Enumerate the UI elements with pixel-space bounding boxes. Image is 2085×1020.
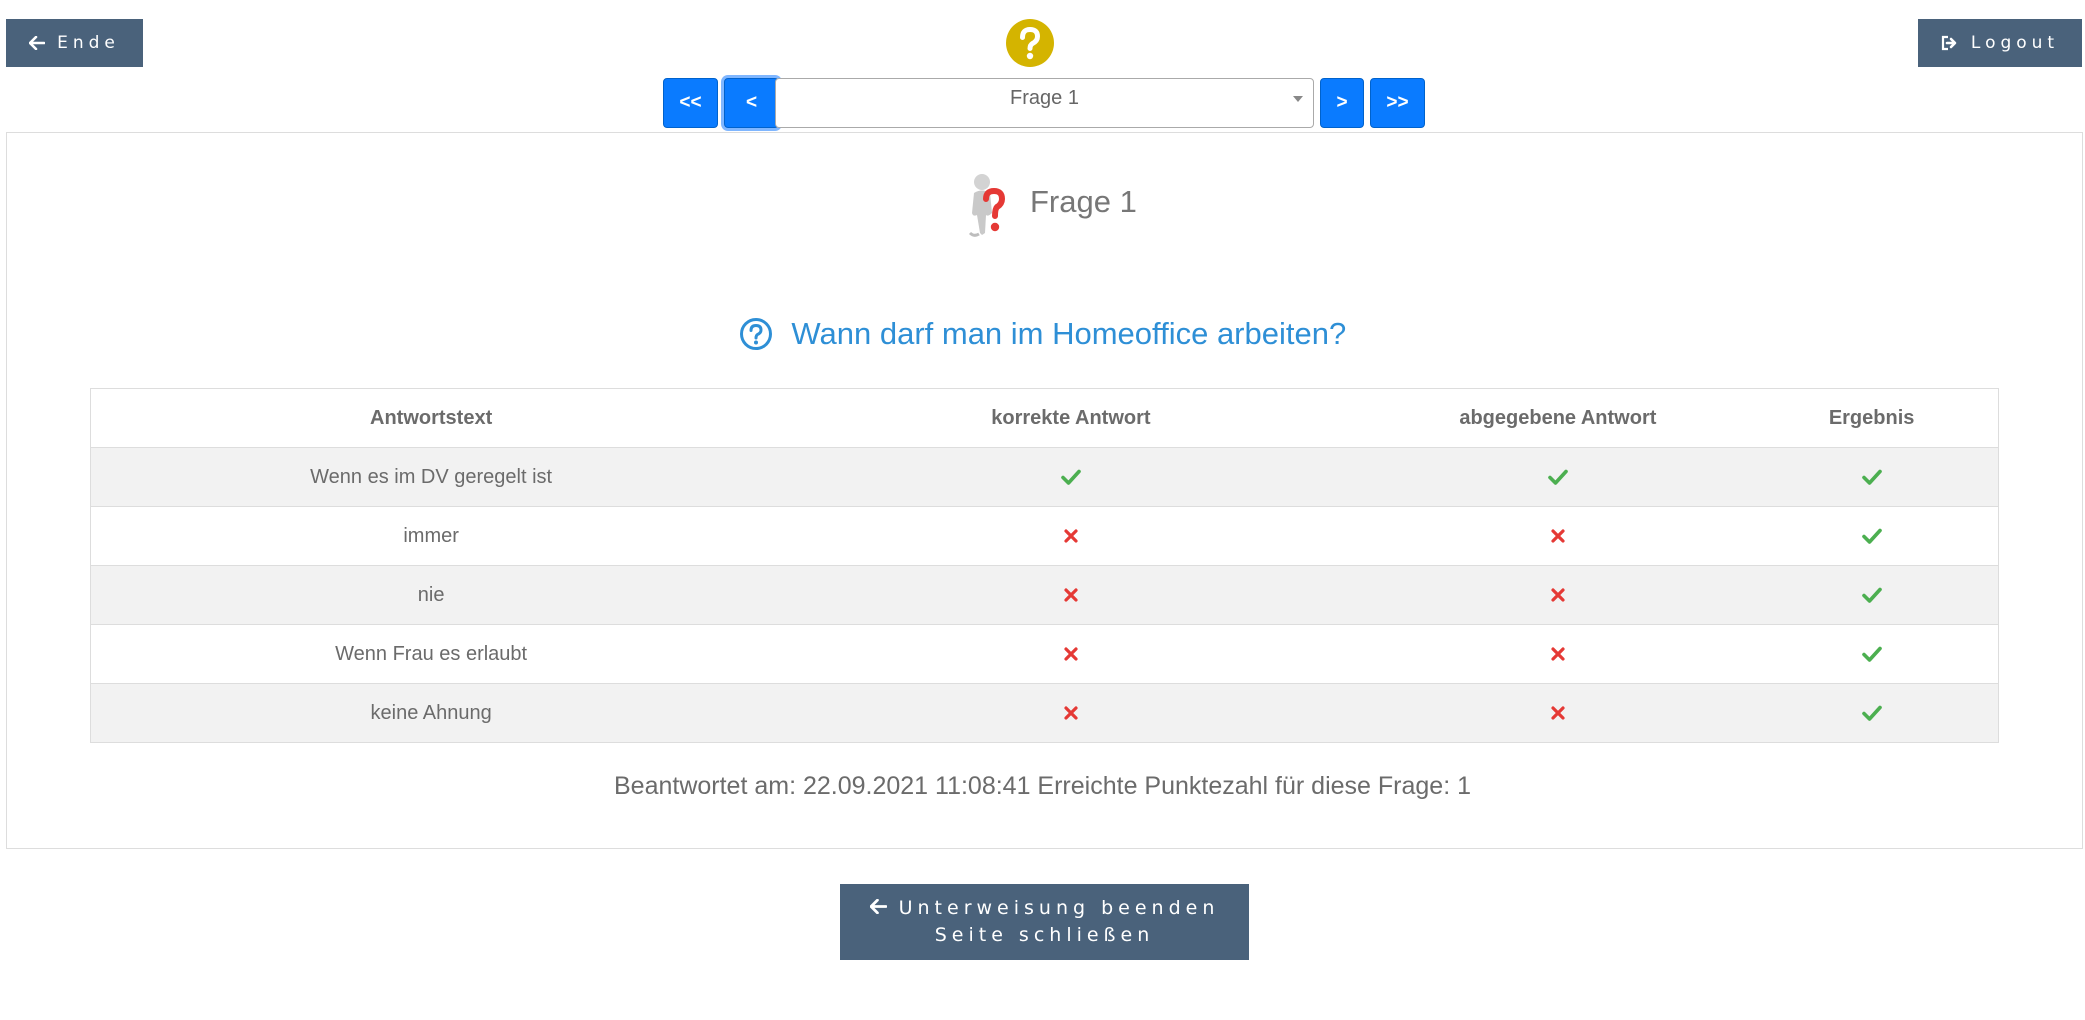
table-row: immer <box>90 506 1999 566</box>
answer-text: Wenn Frau es erlaubt <box>90 624 772 684</box>
question-select[interactable]: Frage 1 <box>775 78 1314 128</box>
correct-answer-cell <box>771 624 1371 684</box>
previous-question-button[interactable]: < <box>724 78 779 128</box>
next-question-button[interactable]: > <box>1320 78 1364 128</box>
logout-button[interactable]: Logout <box>1918 19 2082 67</box>
question-text: Wann darf man im Homeoffice arbeiten? <box>791 315 1347 351</box>
correct-answer-cell <box>771 683 1371 743</box>
check-icon <box>1861 587 1882 604</box>
end-button[interactable]: Ende <box>6 19 143 67</box>
cross-icon <box>1551 647 1565 661</box>
table-row: Wenn es im DV geregelt ist <box>90 447 1999 507</box>
answer-text: immer <box>90 506 772 566</box>
answer-text: Wenn es im DV geregelt ist <box>90 447 772 507</box>
check-icon <box>1061 469 1081 486</box>
correct-answer-cell <box>771 565 1371 625</box>
result-cell <box>1745 506 1999 566</box>
column-header-given-answer: abgegebene Antwort <box>1370 388 1746 448</box>
column-header-correct-answer: korrekte Antwort <box>771 388 1371 448</box>
given-answer-cell <box>1370 447 1746 507</box>
column-header-result: Ergebnis <box>1745 388 1999 448</box>
table-header-row: Antwortstext korrekte Antwort abgegebene… <box>90 388 1999 448</box>
question-text-row: Wann darf man im Homeoffice arbeiten? <box>0 314 2085 352</box>
column-header-answer-text: Antwortstext <box>90 388 772 448</box>
table-row: Wenn Frau es erlaubt <box>90 624 1999 684</box>
answers-table: Antwortstext korrekte Antwort abgegebene… <box>90 388 1999 743</box>
result-cell <box>1745 565 1999 625</box>
check-icon <box>1861 646 1882 663</box>
cross-icon <box>1064 706 1078 720</box>
question-circle-icon <box>739 317 772 350</box>
result-cell <box>1745 447 1999 507</box>
result-cell <box>1745 624 1999 684</box>
check-icon <box>1861 469 1882 486</box>
check-icon <box>1861 705 1882 722</box>
result-cell <box>1745 683 1999 743</box>
sign-out-icon <box>1941 35 1959 51</box>
finish-button-line2: Seite schließen <box>934 924 1155 946</box>
cross-icon <box>1551 588 1565 602</box>
first-question-button[interactable]: << <box>663 78 718 128</box>
end-button-label: Ende <box>57 33 120 53</box>
answer-summary: Beantwortet am: 22.09.2021 11:08:41 Erre… <box>613 772 1471 800</box>
last-question-button[interactable]: >> <box>1370 78 1425 128</box>
chevron-down-icon <box>1293 96 1303 102</box>
correct-answer-cell <box>771 447 1371 507</box>
finish-button-line1: Unterweisung beenden <box>898 897 1220 919</box>
cross-icon <box>1064 588 1078 602</box>
cross-icon <box>1551 706 1565 720</box>
answer-text: keine Ahnung <box>90 683 772 743</box>
answer-text: nie <box>90 565 772 625</box>
given-answer-cell <box>1370 506 1746 566</box>
arrow-left-icon <box>29 36 46 50</box>
check-icon <box>1861 528 1882 545</box>
check-icon <box>1548 469 1568 486</box>
logout-button-label: Logout <box>1970 33 2060 53</box>
table-row: keine Ahnung <box>90 683 1999 743</box>
help-icon <box>1006 19 1054 67</box>
arrow-left-icon <box>869 895 887 922</box>
cross-icon <box>1551 529 1565 543</box>
given-answer-cell <box>1370 624 1746 684</box>
finish-training-button[interactable]: Unterweisung beenden Seite schließen <box>840 884 1249 960</box>
given-answer-cell <box>1370 683 1746 743</box>
given-answer-cell <box>1370 565 1746 625</box>
correct-answer-cell <box>771 506 1371 566</box>
question-heading: Frage 1 <box>1030 184 1137 219</box>
cross-icon <box>1064 647 1078 661</box>
cross-icon <box>1064 529 1078 543</box>
figure-question-icon <box>968 174 1006 237</box>
question-select-value: Frage 1 <box>1010 87 1079 109</box>
table-row: nie <box>90 565 1999 625</box>
